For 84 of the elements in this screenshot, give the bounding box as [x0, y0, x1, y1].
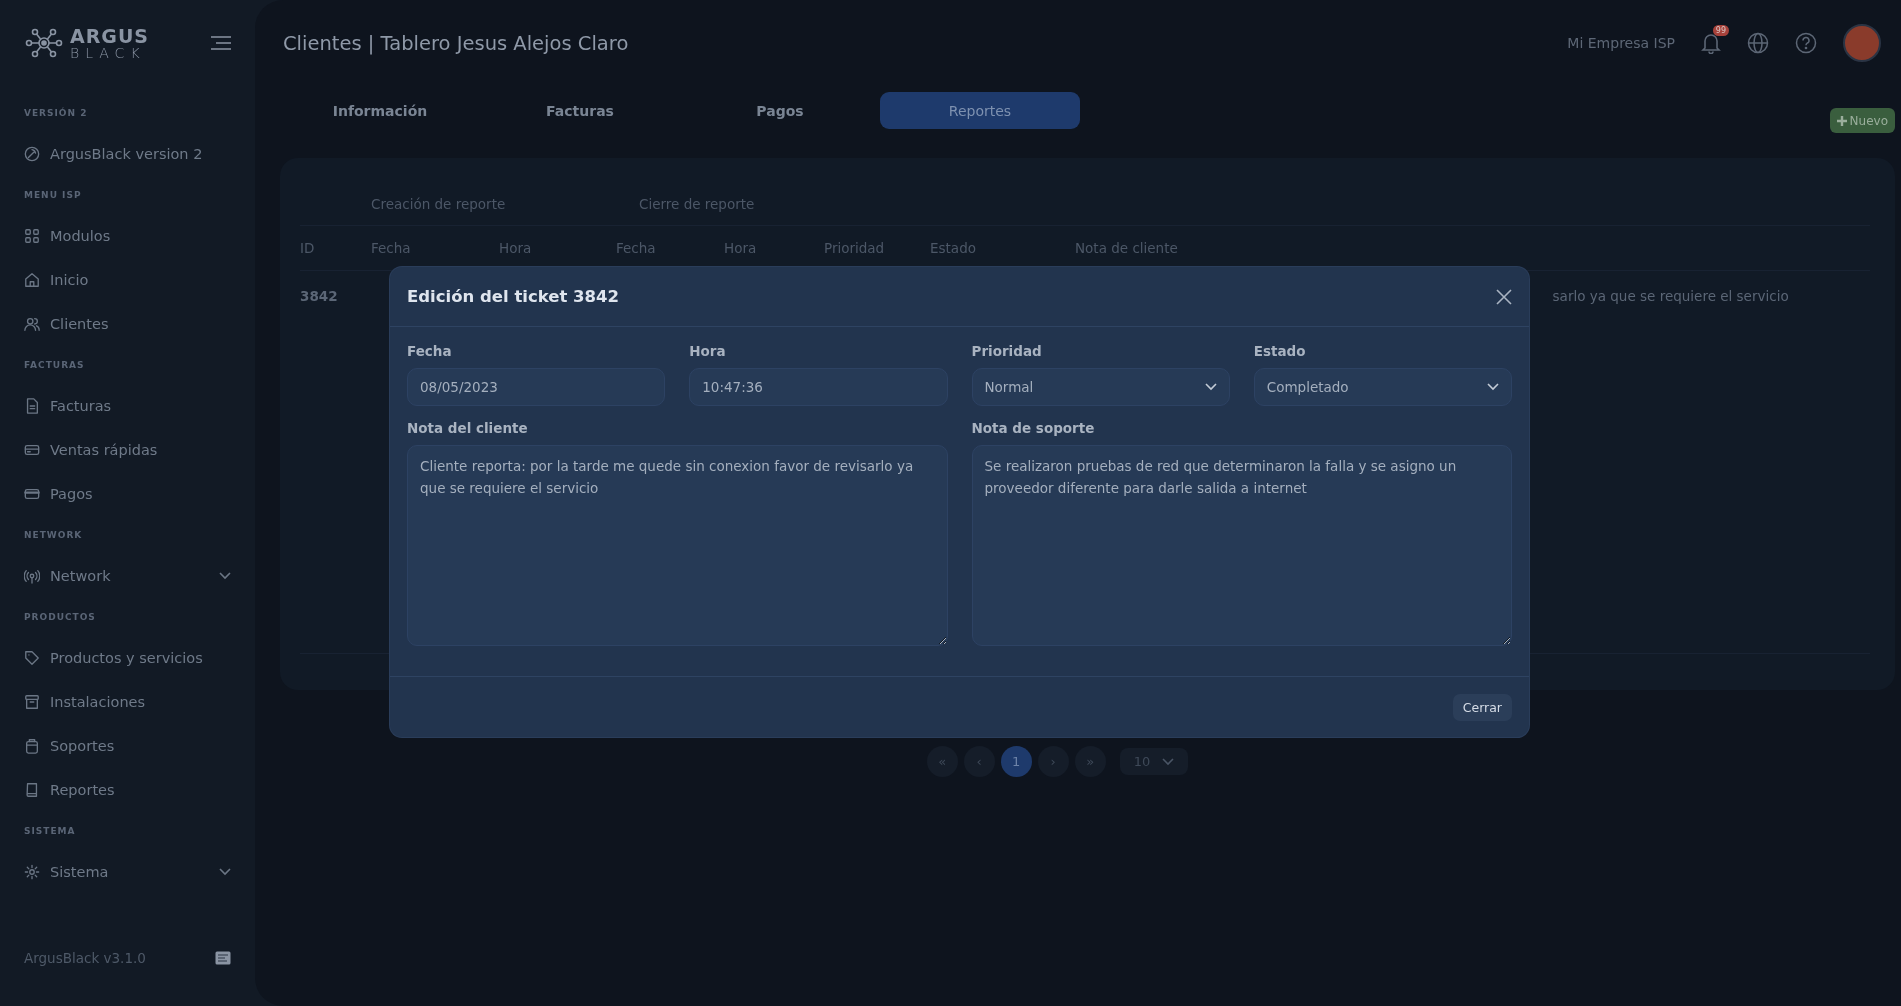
sidebar-item[interactable]: Facturas: [24, 384, 231, 428]
clipboard-icon: [24, 738, 40, 754]
sidebar-item[interactable]: Sistema: [24, 850, 231, 894]
help-icon[interactable]: [1795, 32, 1817, 54]
input-field[interactable]: 10:47:36: [689, 368, 948, 406]
field-label: Nota de soporte: [971, 420, 1096, 436]
text-area[interactable]: Cliente reporta: por la tarde me quede sin conexion favor de revisarlo ya que se requiere el servicio: [407, 445, 948, 646]
column-header: Fecha: [371, 240, 412, 256]
sidebar-item[interactable]: Network: [24, 554, 231, 598]
section-heading: MENU ISP: [24, 189, 83, 202]
sidebar-item[interactable]: Inicio: [24, 258, 231, 302]
section-heading: SISTEMA: [24, 825, 77, 838]
column-header: Hora: [499, 240, 533, 256]
grid-icon: [24, 228, 40, 244]
field-label: Estado: [1253, 343, 1307, 359]
field-label: Fecha: [407, 343, 453, 359]
sidebar-item[interactable]: Reportes: [24, 768, 231, 812]
version-label: ArgusBlack v3.1.0: [24, 950, 146, 966]
sidebar-item[interactable]: Instalaciones: [24, 680, 231, 724]
tab[interactable]: Información: [280, 92, 480, 129]
table-cell: sarlo ya que se requiere el servicio: [1552, 288, 1789, 304]
home-icon: [24, 272, 40, 288]
column-header: Estado: [930, 240, 977, 256]
credit-card-icon: [24, 486, 40, 502]
sidebar-item[interactable]: Clientes: [24, 302, 231, 346]
logo-subtitle: BLACK: [70, 45, 147, 60]
select-field[interactable]: Normal: [971, 368, 1230, 406]
column-group-header: Cierre de reporte: [639, 196, 756, 212]
antenna-icon: [24, 568, 40, 584]
field-label: Hora: [689, 343, 727, 359]
column-header: Prioridad: [824, 240, 886, 256]
column-header: Nota de cliente: [1075, 240, 1179, 256]
chevron-down-icon: [219, 572, 231, 580]
close-icon[interactable]: [1496, 288, 1512, 305]
plus-icon: [1836, 115, 1847, 126]
section-heading: FACTURAS: [24, 359, 86, 372]
column-header: Fecha: [616, 240, 657, 256]
tab[interactable]: Facturas: [480, 92, 680, 129]
section-heading: VERSIÓN 2: [24, 106, 89, 120]
sidebar-item[interactable]: Pagos: [24, 472, 231, 516]
tab[interactable]: Reportes: [880, 92, 1080, 129]
archive-icon: [24, 694, 40, 710]
user-avatar[interactable]: [1843, 24, 1881, 62]
section-heading: NETWORK: [24, 529, 84, 542]
tab[interactable]: Pagos: [680, 92, 880, 129]
sidebar-item[interactable]: ArgusBlack version 2: [24, 132, 231, 176]
column-header: ID: [300, 240, 316, 256]
sidebar-item[interactable]: Modulos: [24, 214, 231, 258]
page-button[interactable]: 1: [1000, 746, 1032, 777]
table-cell: 3842: [300, 288, 338, 304]
sidebar-item[interactable]: Ventas rápidas: [24, 428, 231, 472]
notification-count: 99: [1712, 25, 1729, 36]
field-label: Nota del cliente: [407, 420, 529, 436]
sidebar-item[interactable]: Productos y servicios: [24, 636, 231, 680]
input-field[interactable]: 08/05/2023: [407, 368, 666, 406]
field-label: Prioridad: [971, 343, 1043, 359]
dialog-title: Edición del ticket 3842: [407, 287, 619, 306]
gauge-icon: [24, 146, 40, 162]
chevron-down-icon: [1162, 757, 1175, 766]
chevron-down-icon: [1204, 383, 1217, 391]
notification-bell-icon[interactable]: [1701, 32, 1721, 54]
page-title: Clientes | Tablero Jesus Alejos Claro: [283, 31, 629, 55]
users-icon: [24, 316, 40, 332]
menu-icon[interactable]: [211, 36, 231, 50]
chevron-down-icon: [219, 868, 231, 876]
sidebar-item[interactable]: Soportes: [24, 724, 231, 768]
company-name[interactable]: Mi Empresa ISP: [1567, 35, 1675, 51]
book-icon: [24, 782, 40, 798]
globe-icon[interactable]: [1747, 32, 1769, 54]
screen-icon[interactable]: [215, 951, 231, 965]
card-icon: [24, 442, 40, 458]
network-logo-icon: [24, 28, 64, 58]
text-area[interactable]: Se realizaron pruebas de red que determinaron la falla y se asigno un proveedor diferente para darle salida a internet: [971, 445, 1512, 646]
section-heading: PRODUCTOS: [24, 611, 97, 624]
close-button[interactable]: Cerrar: [1452, 693, 1512, 721]
column-group-header: Creación de reporte: [371, 196, 507, 212]
select-field[interactable]: Completado: [1253, 368, 1512, 406]
logo-wordmark: ARGUS: [70, 26, 150, 46]
new-button[interactable]: Nuevo: [1829, 108, 1895, 133]
column-header: Hora: [724, 240, 758, 256]
chevron-down-icon: [1487, 383, 1499, 391]
document-icon: [24, 398, 40, 414]
settings-icon: [24, 864, 40, 880]
tag-icon: [24, 650, 40, 666]
